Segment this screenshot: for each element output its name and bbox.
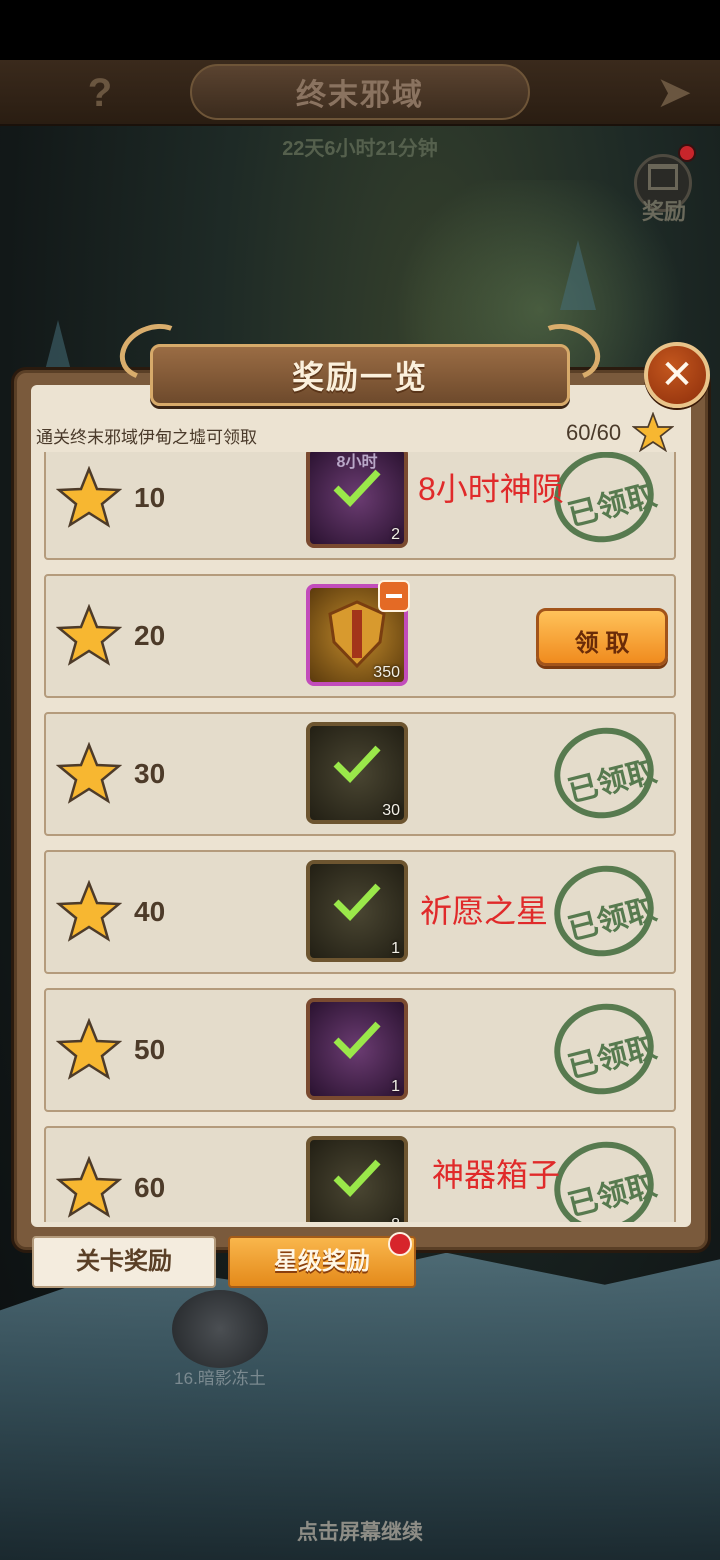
star-requirement: 40 — [134, 896, 166, 927]
ice-floor — [0, 1252, 720, 1560]
book-icon-shape — [648, 164, 678, 190]
countdown-timer: 22天6小时21分钟 — [282, 138, 438, 160]
close-icon: ✕ — [660, 353, 694, 397]
reward-book-label: 奖励 — [641, 199, 686, 224]
star-icon — [56, 1156, 122, 1218]
reward-item-shield[interactable]: 350 — [306, 580, 410, 686]
item-quantity: 30 — [382, 802, 400, 819]
star-requirement: 50 — [134, 1034, 166, 1065]
annotation-note: 祈愿之星 — [420, 893, 549, 929]
star-icon — [56, 880, 122, 942]
reward-item-scroll[interactable]: 1 — [306, 998, 408, 1100]
item-quantity: 2 — [391, 526, 400, 543]
reward-book-button[interactable]: 奖励 — [630, 144, 698, 224]
modal-title: 奖励一览 — [291, 359, 428, 395]
notification-dot — [678, 144, 696, 162]
star-icon — [632, 412, 674, 452]
star-icon — [56, 466, 122, 528]
stage-label: 16.暗影冻土 — [174, 1369, 266, 1388]
checkmark-icon — [333, 1159, 381, 1198]
annotation-note: 神器箱子 — [432, 1157, 561, 1193]
reward-row: 30 30 已领取 — [44, 712, 676, 836]
page-title: 终末邪域 — [296, 79, 424, 112]
stage-portrait[interactable] — [172, 1290, 268, 1368]
claimed-stamp: 已领取 — [544, 993, 664, 1105]
reward-list[interactable]: 10 8小时 2 已领取 8小时神陨 20 350 领 取 30 30 已领取 … — [28, 452, 692, 1222]
star-progress: 60/60 — [566, 420, 622, 445]
top-bar: ? 终末邪域 ➤ — [0, 60, 720, 126]
claim-button[interactable]: 领 取 — [536, 608, 668, 666]
star-icon — [56, 1018, 122, 1080]
star-requirement: 20 — [134, 620, 166, 651]
notification-dot — [388, 1232, 412, 1256]
reward-row: 20 350 领 取 — [44, 574, 676, 698]
claimed-stamp: 已领取 — [544, 717, 664, 829]
star-requirement: 30 — [134, 758, 166, 789]
item-quantity: 8 — [391, 1216, 400, 1222]
reward-item-wish-star[interactable]: 1 — [306, 860, 408, 962]
reward-item-artifact-box[interactable]: 8 — [306, 1136, 408, 1222]
tap-to-continue[interactable]: 点击屏幕继续 — [0, 1516, 720, 1546]
star-requirement: 60 — [134, 1172, 166, 1203]
item-quantity: 350 — [373, 664, 400, 681]
checkmark-icon — [333, 1021, 381, 1060]
claimed-stamp: 已领取 — [544, 1131, 664, 1222]
back-button[interactable]: ➤ — [644, 68, 704, 118]
modal-subtitle: 通关终末邪域伊甸之墟可领取 — [36, 428, 257, 447]
crystal — [560, 240, 596, 310]
item-quantity: 1 — [391, 940, 400, 957]
tab-level-rewards[interactable]: 关卡奖励 — [32, 1236, 216, 1288]
annotation-note: 8小时神陨 — [418, 471, 564, 507]
claimed-stamp: 已领取 — [544, 855, 664, 967]
star-icon — [56, 604, 122, 666]
item-quantity: 1 — [391, 1078, 400, 1095]
reward-row: 40 1 已领取 祈愿之星 — [44, 850, 676, 974]
checkmark-icon — [333, 883, 381, 922]
reward-row: 60 8 已领取 神器箱子 — [44, 1126, 676, 1222]
star-icon — [56, 742, 122, 804]
reward-row: 10 8小时 2 已领取 8小时神陨 — [44, 452, 676, 560]
reward-item-crystal[interactable]: 30 — [306, 722, 408, 824]
reward-item-hourglass[interactable]: 8小时 2 — [306, 452, 408, 548]
checkmark-icon — [333, 745, 381, 784]
reward-row: 50 1 已领取 — [44, 988, 676, 1112]
remove-badge — [378, 580, 410, 612]
checkmark-icon — [333, 469, 381, 508]
star-requirement: 10 — [134, 482, 166, 513]
close-button[interactable]: ✕ — [644, 342, 710, 408]
